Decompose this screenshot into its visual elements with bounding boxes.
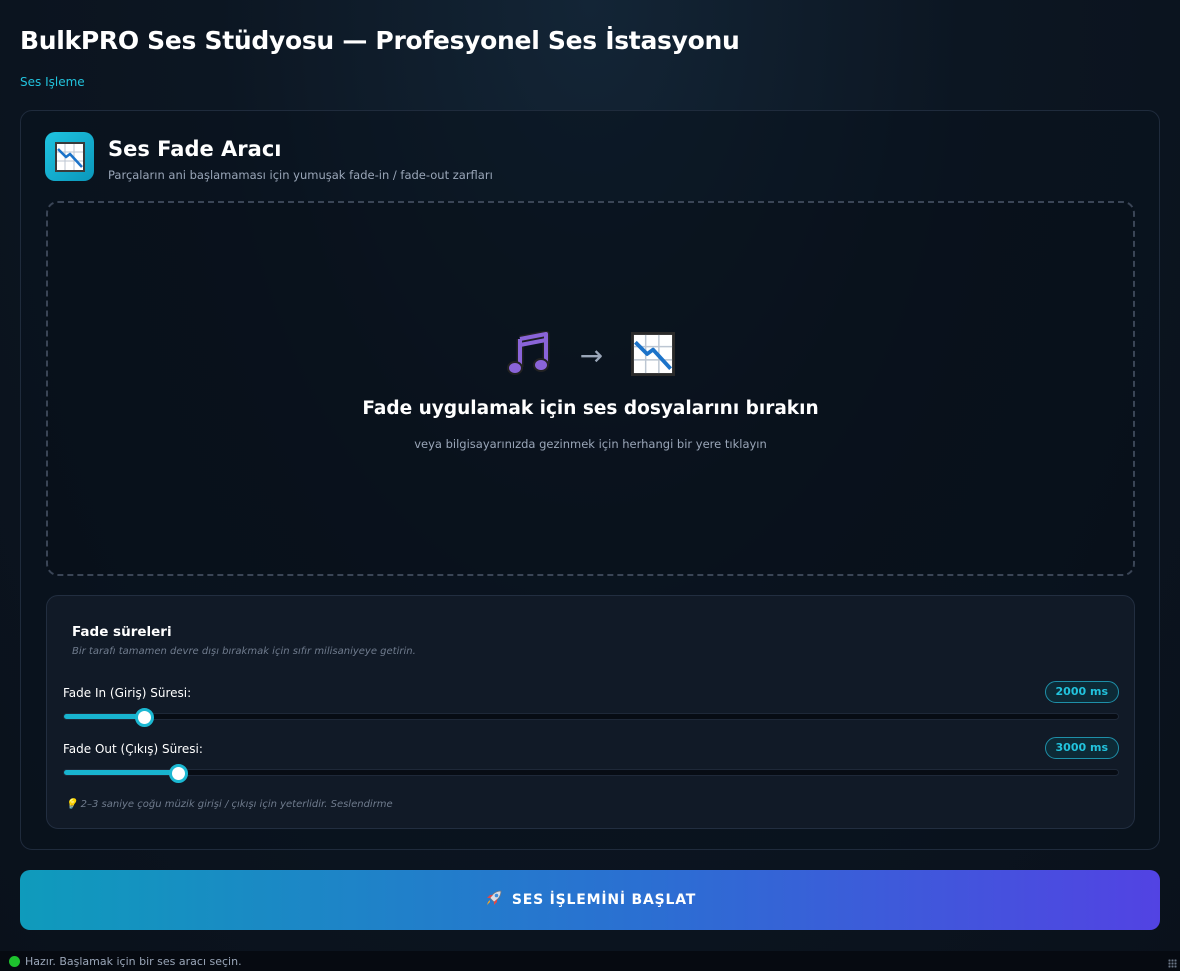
fade-in-label: Fade In (Giriş) Süresi: — [63, 686, 192, 700]
status-bar: Hazır. Başlamak için bir ses aracı seçin… — [0, 951, 1180, 971]
status-indicator-icon — [9, 955, 20, 967]
dropzone-icons: → — [48, 330, 1133, 381]
fade-out-slider[interactable] — [63, 764, 1119, 783]
fade-settings-panel: Fade süreleri Bir tarafı tamamen devre d… — [46, 595, 1135, 829]
fade-out-value-badge: 3000 ms — [1044, 737, 1119, 759]
fade-out-slider-thumb[interactable] — [168, 764, 188, 783]
fade-in-slider-fill — [64, 714, 145, 719]
start-processing-button[interactable]: SES İŞLEMİNİ BAŞLAT — [20, 870, 1160, 930]
fade-out-label: Fade Out (Çıkış) Süresi: — [63, 742, 203, 756]
fade-in-slider[interactable] — [63, 708, 1119, 727]
fade-out-slider-fill — [64, 770, 178, 775]
chart-decreasing-icon — [631, 332, 676, 380]
rocket-icon — [484, 888, 504, 912]
settings-hint: Bir tarafı tamamen devre dışı bırakmak i… — [72, 646, 416, 657]
app-title: BulkPRO Ses Stüdyosu — Profesyonel Ses İ… — [20, 26, 740, 55]
fade-in-slider-row: Fade In (Giriş) Süresi: 2000 ms — [63, 681, 1119, 731]
settings-tip: 💡 2–3 saniye çoğu müzik girişi / çıkışı … — [65, 799, 393, 810]
musical-notes-icon — [506, 330, 552, 381]
file-dropzone[interactable]: → Fade uygulamak için ses dosyalarını bı… — [46, 201, 1135, 576]
tool-card: Ses Fade Aracı Parçaların ani başlamamas… — [20, 110, 1160, 850]
breadcrumb[interactable]: Ses Işleme — [20, 75, 85, 89]
fade-out-slider-row: Fade Out (Çıkış) Süresi: 3000 ms — [63, 737, 1119, 787]
tool-title: Ses Fade Aracı — [108, 137, 282, 161]
status-text: Hazır. Başlamak için bir ses aracı seçin… — [25, 954, 242, 968]
fade-in-slider-thumb[interactable] — [135, 708, 155, 727]
fade-in-value-badge: 2000 ms — [1044, 681, 1119, 703]
chart-decreasing-icon — [45, 132, 94, 181]
arrow-right-icon: → — [579, 339, 604, 372]
dropzone-subtitle: veya bilgisayarınızda gezinmek için herh… — [414, 437, 767, 451]
start-button-label: SES İŞLEMİNİ BAŞLAT — [511, 892, 697, 908]
resize-grip-icon[interactable] — [1168, 959, 1177, 968]
tool-subtitle: Parçaların ani başlamaması için yumuşak … — [108, 168, 493, 182]
settings-title: Fade süreleri — [72, 624, 172, 640]
dropzone-title: Fade uygulamak için ses dosyalarını bıra… — [362, 398, 819, 419]
